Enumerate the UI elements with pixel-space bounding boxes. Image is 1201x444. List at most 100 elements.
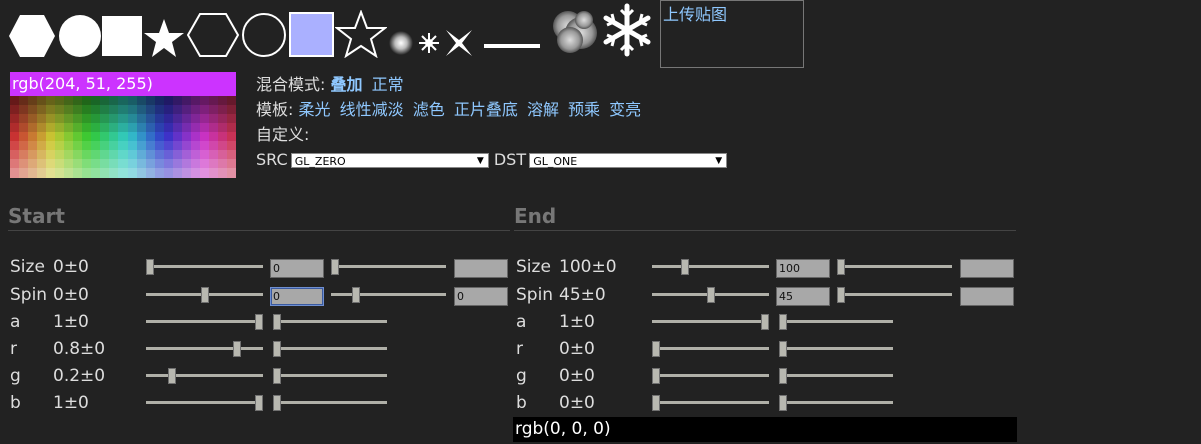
end-spin-value: 45±0 xyxy=(559,285,606,305)
sparkle-icon[interactable] xyxy=(416,30,442,56)
template-premultiply[interactable]: 预乘 xyxy=(568,100,600,119)
end-color-value: rgb(0, 0, 0) xyxy=(513,417,1017,442)
end-b-slider-handle[interactable] xyxy=(652,395,660,411)
hexagon-filled-icon[interactable] xyxy=(8,14,56,58)
hexagon-outline-icon[interactable] xyxy=(186,12,240,58)
start-a-variance-handle[interactable] xyxy=(273,314,281,330)
start-g-variance-handle[interactable] xyxy=(273,368,281,384)
blend-panel: 混合模式: 叠加 正常 模板: 柔光 线性减淡 滤色 正片叠底 溶解 预乘 变亮… xyxy=(256,74,728,174)
start-size-slider[interactable] xyxy=(146,265,263,268)
smoke-icon[interactable] xyxy=(548,6,602,58)
start-a-slider[interactable] xyxy=(146,320,263,323)
start-spin-variance-slider[interactable] xyxy=(331,293,446,296)
dst-factor-select[interactable]: GL_ONE ▼ xyxy=(529,153,728,168)
start-g-variance-slider[interactable] xyxy=(273,374,387,377)
end-size-slider[interactable] xyxy=(652,265,769,268)
end-g-slider-handle[interactable] xyxy=(652,368,660,384)
start-section-title: Start xyxy=(8,204,65,228)
cross-sparkle-icon[interactable] xyxy=(444,28,474,58)
start-r-slider-handle[interactable] xyxy=(233,341,242,357)
circle-filled-icon[interactable] xyxy=(58,14,102,58)
blend-mode-overlay[interactable]: 叠加 xyxy=(331,75,363,94)
blend-mode-normal[interactable]: 正常 xyxy=(372,75,404,94)
start-spin-slider-handle[interactable] xyxy=(200,287,209,303)
end-a-value: 1±0 xyxy=(559,312,595,332)
end-size-variance-input[interactable] xyxy=(960,259,1014,278)
blend-mode-label: 混合模式: xyxy=(256,75,326,94)
end-size-slider-handle[interactable] xyxy=(681,259,690,275)
start-size-label: Size xyxy=(10,257,45,277)
start-r-variance-handle[interactable] xyxy=(273,341,281,357)
end-size-input[interactable]: 100 xyxy=(776,259,830,278)
end-r-variance-slider[interactable] xyxy=(779,347,893,350)
start-b-variance-slider[interactable] xyxy=(273,401,387,404)
star-outline-icon[interactable] xyxy=(335,10,387,58)
template-dissolve[interactable]: 溶解 xyxy=(527,100,559,119)
template-multiply[interactable]: 正片叠底 xyxy=(454,100,518,119)
end-section-title: End xyxy=(514,204,557,228)
end-spin-input[interactable]: 45 xyxy=(776,287,830,306)
upload-texture-label: 上传贴图 xyxy=(663,5,728,24)
end-spin-variance-input[interactable] xyxy=(960,287,1014,306)
end-r-slider-handle[interactable] xyxy=(652,341,660,357)
start-size-slider-handle[interactable] xyxy=(146,259,154,275)
start-g-value: 0.2±0 xyxy=(53,366,106,386)
start-r-variance-slider[interactable] xyxy=(273,347,387,350)
start-a-label: a xyxy=(10,312,21,332)
end-divider xyxy=(514,230,1016,231)
end-g-variance-handle[interactable] xyxy=(779,368,787,384)
start-b-variance-handle[interactable] xyxy=(273,395,281,411)
template-label: 模板: xyxy=(256,100,294,119)
start-size-variance-slider[interactable] xyxy=(331,265,446,268)
start-spin-variance-handle[interactable] xyxy=(352,287,361,303)
start-size-variance-handle[interactable] xyxy=(331,259,339,275)
end-r-slider[interactable] xyxy=(652,347,769,350)
upload-texture-button[interactable]: 上传贴图 xyxy=(660,0,804,68)
color-swatch[interactable] xyxy=(226,168,237,178)
src-factor-value: GL_ZERO xyxy=(294,155,346,168)
end-a-variance-handle[interactable] xyxy=(779,314,787,330)
end-r-variance-handle[interactable] xyxy=(779,341,787,357)
start-a-slider-handle[interactable] xyxy=(255,314,263,330)
template-soft-light[interactable]: 柔光 xyxy=(299,100,331,119)
end-a-slider-handle[interactable] xyxy=(761,314,769,330)
end-g-variance-slider[interactable] xyxy=(779,374,893,377)
dst-factor-value: GL_ONE xyxy=(533,155,578,168)
end-spin-variance-handle[interactable] xyxy=(837,287,845,303)
circle-outline-icon[interactable] xyxy=(241,12,287,58)
glow-dot-icon[interactable] xyxy=(388,30,414,56)
start-r-slider[interactable] xyxy=(146,347,263,350)
color-swatch-grid[interactable] xyxy=(10,96,237,178)
start-size-input[interactable]: 0 xyxy=(270,259,324,278)
start-g-slider-handle[interactable] xyxy=(167,368,176,384)
line-icon[interactable] xyxy=(484,42,540,50)
end-spin-variance-slider[interactable] xyxy=(837,293,952,296)
star-filled-icon[interactable] xyxy=(143,18,185,58)
start-size-variance-input[interactable] xyxy=(454,259,508,278)
end-spin-slider-handle[interactable] xyxy=(706,287,715,303)
start-spin-input[interactable]: 0 xyxy=(270,287,324,306)
dst-label: DST xyxy=(493,150,527,169)
end-size-variance-slider[interactable] xyxy=(837,265,952,268)
end-a-slider[interactable] xyxy=(652,320,769,323)
src-factor-select[interactable]: GL_ZERO ▼ xyxy=(290,153,489,168)
end-a-variance-slider[interactable] xyxy=(779,320,893,323)
start-b-slider[interactable] xyxy=(146,401,263,404)
start-g-slider[interactable] xyxy=(146,374,263,377)
template-lighten[interactable]: 变亮 xyxy=(609,100,641,119)
square-blue-icon[interactable] xyxy=(289,12,334,57)
square-filled-icon[interactable] xyxy=(102,16,142,56)
start-b-slider-handle[interactable] xyxy=(255,395,263,411)
start-b-label: b xyxy=(10,393,21,413)
end-b-variance-slider[interactable] xyxy=(779,401,893,404)
start-a-variance-slider[interactable] xyxy=(273,320,387,323)
end-b-variance-handle[interactable] xyxy=(779,395,787,411)
color-picker[interactable]: rgb(204, 51, 255) xyxy=(10,72,237,178)
end-g-slider[interactable] xyxy=(652,374,769,377)
template-linear-dodge[interactable]: 线性减淡 xyxy=(340,100,404,119)
snowflake-icon[interactable] xyxy=(600,2,654,58)
start-spin-variance-input[interactable]: 0 xyxy=(454,287,508,306)
template-screen[interactable]: 滤色 xyxy=(413,100,445,119)
end-b-slider[interactable] xyxy=(652,401,769,404)
end-size-variance-handle[interactable] xyxy=(837,259,845,275)
